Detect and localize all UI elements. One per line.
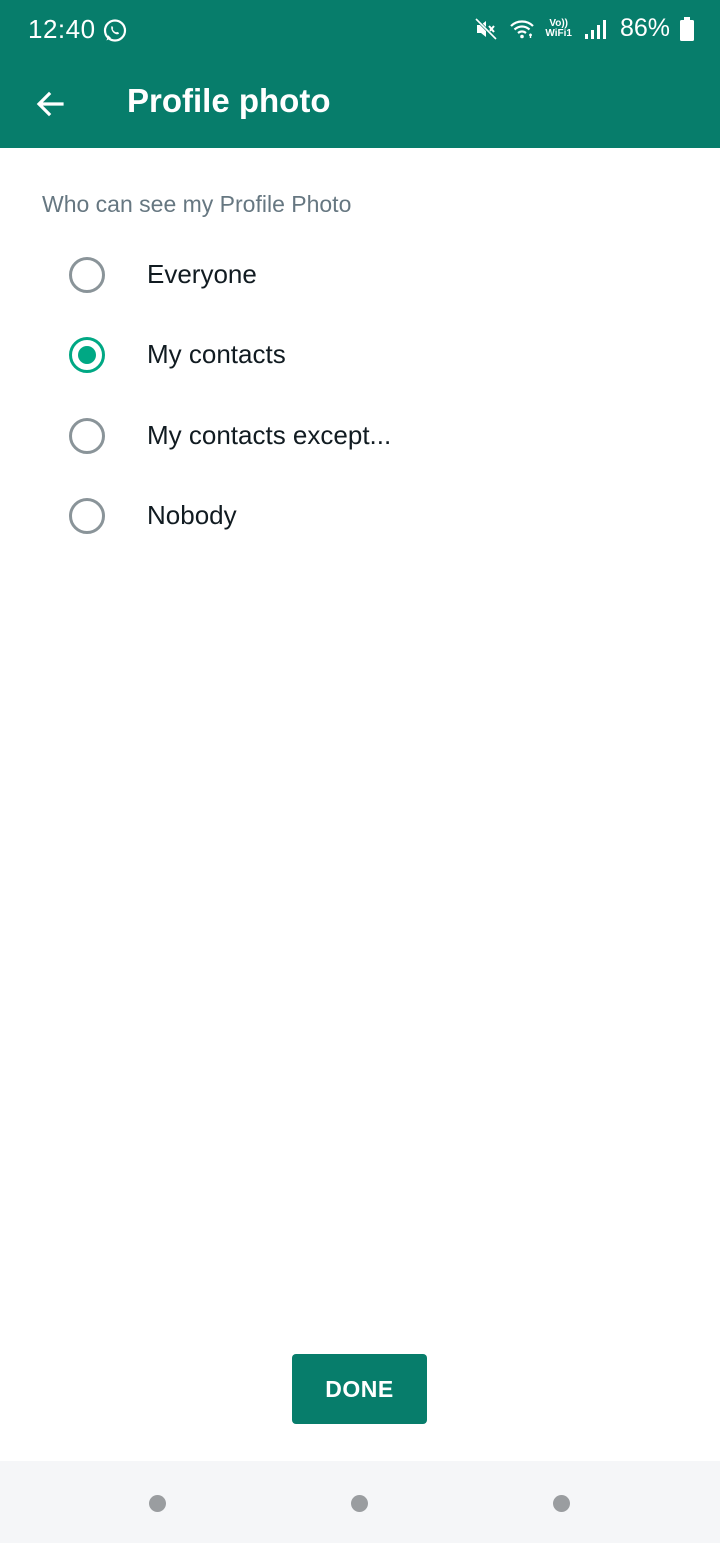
battery-level: 86%: [619, 14, 670, 42]
screen: 12:40 Vo)) WiFi1 86% Profile photo Who c…: [0, 0, 720, 1543]
radio-button-checked[interactable]: [69, 337, 105, 373]
section-label: Who can see my Profile Photo: [42, 191, 352, 217]
option-everyone[interactable]: Everyone: [0, 236, 720, 316]
option-label: My contacts except...: [147, 420, 392, 450]
volte-wifi-icon: Vo)) WiFi1: [545, 17, 572, 39]
option-label: Nobody: [147, 500, 237, 530]
mute-icon: [475, 17, 498, 40]
done-button[interactable]: DONE: [292, 1354, 427, 1424]
nav-recents-button[interactable]: [149, 1495, 166, 1512]
whatsapp-icon: [103, 19, 127, 42]
option-nobody[interactable]: Nobody: [0, 477, 720, 557]
page-title: Profile photo: [127, 82, 331, 119]
wifi-icon: [510, 19, 535, 38]
option-label: Everyone: [147, 259, 257, 289]
status-icons: Vo)) WiFi1 86%: [473, 14, 694, 43]
radio-button[interactable]: [69, 418, 105, 454]
app-bar: Profile photo: [0, 62, 720, 148]
volte-label: Vo)): [549, 17, 569, 29]
status-bar: 12:40 Vo)) WiFi1 86%: [0, 0, 720, 62]
option-my-contacts-except[interactable]: My contacts except...: [0, 397, 720, 477]
nav-back-button[interactable]: [553, 1495, 570, 1512]
option-label: My contacts: [147, 339, 286, 369]
nav-home-button[interactable]: [351, 1495, 368, 1512]
back-button[interactable]: [24, 78, 76, 130]
signal-icon: [584, 19, 606, 39]
battery-icon: [680, 16, 694, 41]
status-time: 12:40: [28, 14, 96, 44]
option-my-contacts[interactable]: My contacts: [0, 316, 720, 396]
wifi-calling-label: WiFi1: [545, 27, 572, 39]
radio-button[interactable]: [69, 257, 105, 293]
arrow-left-icon: [36, 91, 64, 117]
radio-button[interactable]: [69, 498, 105, 534]
navigation-bar: [0, 1461, 720, 1543]
